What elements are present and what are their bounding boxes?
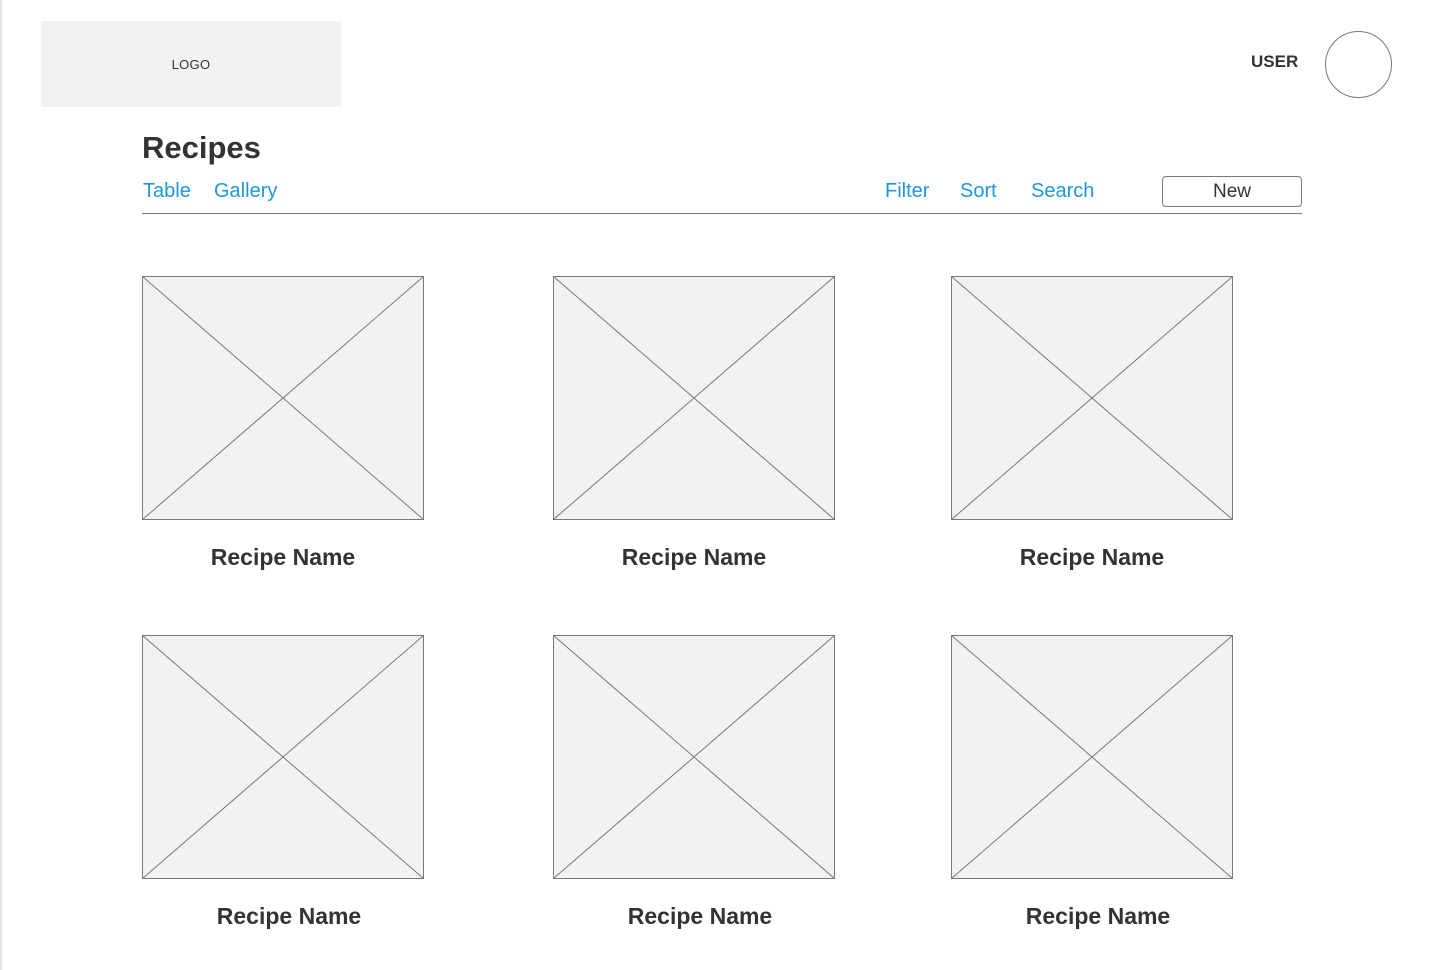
page-left-edge	[0, 0, 2, 970]
recipe-card[interactable]: Recipe Name	[951, 635, 1233, 929]
avatar[interactable]	[1325, 31, 1392, 98]
image-placeholder-icon	[142, 276, 424, 520]
recipe-name: Recipe Name	[1025, 903, 1171, 929]
new-button[interactable]: New	[1162, 176, 1302, 207]
search-link[interactable]: Search	[1031, 180, 1094, 203]
recipe-card[interactable]: Recipe Name	[142, 635, 424, 929]
toolbar-divider	[142, 213, 1302, 214]
image-placeholder-icon	[553, 276, 835, 520]
logo-text: LOGO	[171, 56, 211, 72]
recipe-card[interactable]: Recipe Name	[553, 635, 835, 929]
user-label[interactable]: USER	[1251, 52, 1298, 72]
recipe-name: Recipe Name	[216, 903, 362, 929]
recipe-name: Recipe Name	[1019, 544, 1165, 570]
recipe-card[interactable]: Recipe Name	[553, 276, 835, 570]
logo[interactable]: LOGO	[41, 21, 341, 107]
recipe-card[interactable]: Recipe Name	[142, 276, 424, 570]
image-placeholder-icon	[553, 635, 835, 879]
image-placeholder-icon	[951, 276, 1233, 520]
recipe-name: Recipe Name	[627, 903, 773, 929]
tab-gallery[interactable]: Gallery	[214, 180, 277, 203]
recipe-card[interactable]: Recipe Name	[951, 276, 1233, 570]
filter-link[interactable]: Filter	[885, 180, 929, 203]
image-placeholder-icon	[951, 635, 1233, 879]
sort-link[interactable]: Sort	[960, 180, 997, 203]
tab-table[interactable]: Table	[143, 180, 191, 203]
recipe-name: Recipe Name	[621, 544, 767, 570]
page-title: Recipes	[142, 130, 261, 165]
image-placeholder-icon	[142, 635, 424, 879]
recipe-name: Recipe Name	[210, 544, 356, 570]
